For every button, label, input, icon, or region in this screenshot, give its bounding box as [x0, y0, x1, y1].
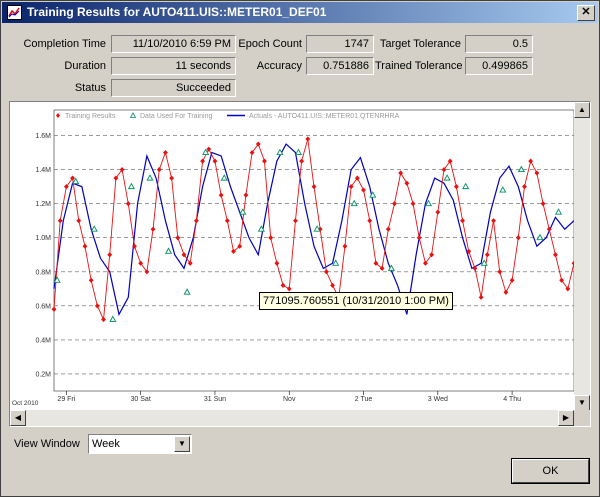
epoch-count-value: 1747: [306, 35, 374, 53]
view-window-select[interactable]: Week ▼: [88, 434, 192, 454]
data-point-tooltip: 771095.760551 (10/31/2010 1:00 PM): [259, 292, 453, 310]
target-tolerance-label: Target Tolerance: [379, 38, 461, 50]
y-tick-label: 0.8M: [35, 269, 51, 276]
chevron-down-icon[interactable]: ▼: [174, 436, 190, 452]
y-tick-label: 1.6M: [35, 133, 51, 140]
view-window-label: View Window: [14, 438, 80, 450]
chart-plot[interactable]: 1.6M 1.4M 1.2M 1.0M 0.8M 0.6M 0.4M 0.2M 29 Fri 3…: [10, 102, 574, 411]
y-tick-label: 1.4M: [35, 167, 51, 174]
y-tick-label: 0.6M: [35, 303, 51, 310]
target-tolerance-value: 0.5: [465, 35, 533, 53]
legend-training-data: Data Used For Training: [140, 113, 212, 120]
y-tick-label: 0.4M: [35, 337, 51, 344]
duration-label: Duration: [64, 60, 106, 72]
scroll-up-button[interactable]: ▲: [574, 102, 590, 118]
completion-time-value: 11/10/2010 6:59 PM: [111, 35, 236, 53]
vertical-scrollbar[interactable]: ▲ ▼: [574, 102, 590, 411]
window-title: Training Results for AUTO411.UIS::METER0…: [27, 5, 327, 19]
y-tick-label: 1.0M: [35, 235, 51, 242]
legend-actuals: Actuals - AUTO411.UIS::METER01.QTENRHRA: [249, 113, 400, 120]
epoch-count-label: Epoch Count: [238, 38, 302, 50]
scroll-down-button[interactable]: ▼: [574, 395, 590, 411]
view-window-value: Week: [92, 438, 120, 450]
training-results-window: Training Results for AUTO411.UIS::METER0…: [0, 0, 600, 497]
scroll-right-button[interactable]: ▶: [558, 410, 574, 426]
status-value: Succeeded: [111, 79, 236, 97]
trained-tolerance-value: 0.499865: [465, 57, 533, 75]
x-tick-label: 4 Thu: [503, 396, 521, 403]
close-icon[interactable]: ✕: [577, 5, 595, 21]
title-bar[interactable]: Training Results for AUTO411.UIS::METER0…: [2, 2, 598, 23]
x-tick-label: 29 Fri: [57, 396, 75, 403]
scroll-left-button[interactable]: ◀: [10, 410, 26, 426]
x-tick-label: 30 Sat: [131, 396, 151, 403]
chart-app-icon: [7, 5, 22, 20]
training-chart[interactable]: 1.6M 1.4M 1.2M 1.0M 0.8M 0.6M 0.4M 0.2M 29 Fri 3…: [9, 101, 591, 427]
plot-area: [53, 109, 574, 392]
x-tick-label: Nov: [283, 396, 296, 403]
accuracy-value: 0.751886: [306, 57, 374, 75]
duration-value: 11 seconds: [111, 57, 236, 75]
scrollbar-corner: [574, 410, 590, 426]
horizontal-scrollbar[interactable]: ◀ ▶: [10, 410, 574, 426]
x-tick-label: 2 Tue: [355, 396, 373, 403]
y-tick-label: 0.2M: [35, 371, 51, 378]
legend-training-results: Training Results: [65, 113, 116, 120]
completion-time-label: Completion Time: [23, 38, 106, 50]
x-tick-label: 31 Sun: [204, 396, 226, 403]
x-tick-label: 3 Wed: [428, 396, 448, 403]
ok-button[interactable]: OK: [511, 458, 590, 484]
accuracy-label: Accuracy: [256, 60, 302, 72]
y-tick-label: 1.2M: [35, 201, 51, 208]
x-axis-month-label: Oct 2010: [12, 400, 39, 407]
status-label: Status: [74, 82, 106, 94]
trained-tolerance-label: Trained Tolerance: [375, 60, 463, 72]
